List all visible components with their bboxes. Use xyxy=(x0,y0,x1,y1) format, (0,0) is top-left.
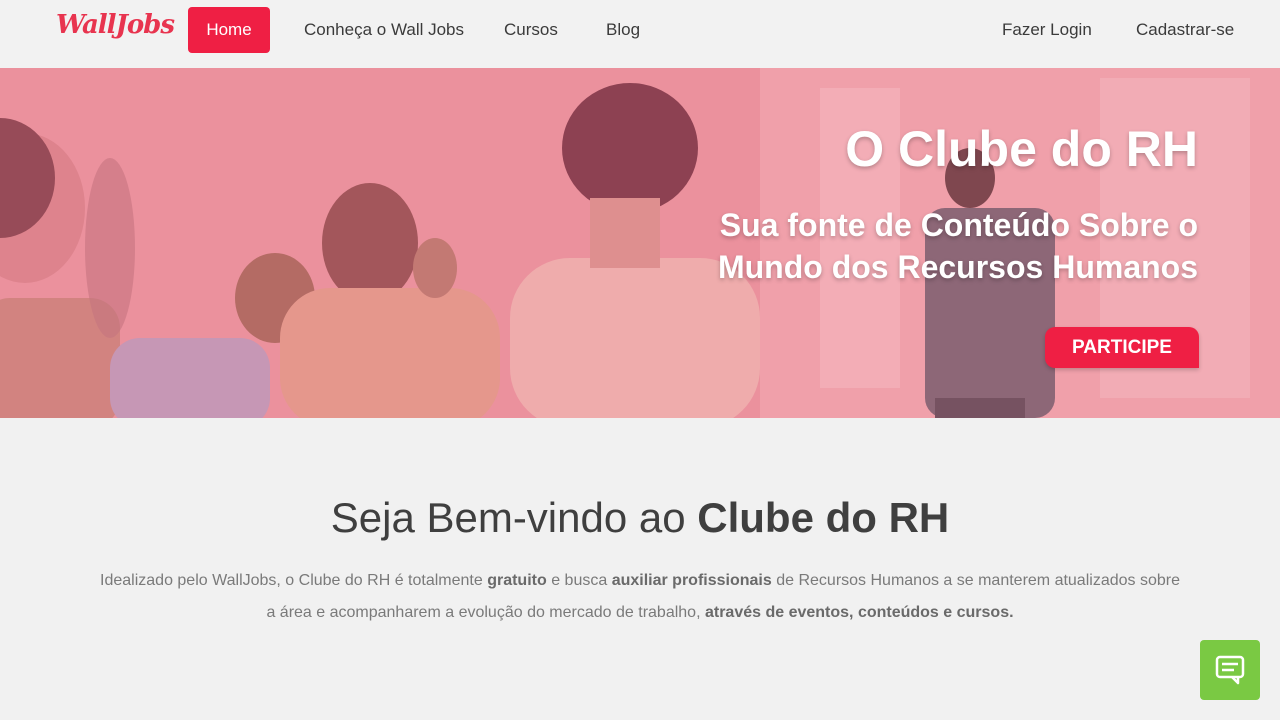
chat-icon xyxy=(1215,655,1245,685)
welcome-text-1: Idealizado pelo WallJobs, o Clube do RH … xyxy=(100,572,483,589)
nav-blog[interactable]: Blog xyxy=(606,7,640,53)
site-header: WallJobs Home Conheça o Wall Jobs Cursos… xyxy=(0,0,1280,68)
welcome-text-2: e busca xyxy=(551,572,608,589)
nav-about[interactable]: Conheça o Wall Jobs xyxy=(304,7,464,53)
welcome-title-prefix: Seja Bem-vindo ao xyxy=(330,494,686,541)
welcome-title: Seja Bem-vindo ao Clube do RH xyxy=(0,494,1280,542)
participe-button[interactable]: PARTICIPE xyxy=(1045,327,1199,368)
chat-button[interactable] xyxy=(1200,640,1260,700)
welcome-description: Idealizado pelo WallJobs, o Clube do RH … xyxy=(100,565,1180,629)
nav-cursos[interactable]: Cursos xyxy=(504,7,558,53)
hero-banner: O Clube do RH Sua fonte de Conteúdo Sobr… xyxy=(0,68,1280,418)
welcome-title-bold: Clube do RH xyxy=(697,494,950,541)
nav-signup[interactable]: Cadastrar-se xyxy=(1136,7,1234,53)
hero-title: O Clube do RH xyxy=(845,121,1198,177)
hero-subtitle: Sua fonte de Conteúdo Sobre o Mundo dos … xyxy=(717,207,1198,285)
nav-login[interactable]: Fazer Login xyxy=(1002,7,1092,53)
nav-home[interactable]: Home xyxy=(188,7,270,53)
welcome-text-bold-1: gratuito xyxy=(487,572,547,589)
walljobs-logo[interactable]: WallJobs xyxy=(56,10,175,40)
welcome-text-bold-2: auxiliar profissionais xyxy=(611,572,772,589)
welcome-text-bold-3: através de eventos, conteúdos e cursos. xyxy=(704,604,1014,621)
